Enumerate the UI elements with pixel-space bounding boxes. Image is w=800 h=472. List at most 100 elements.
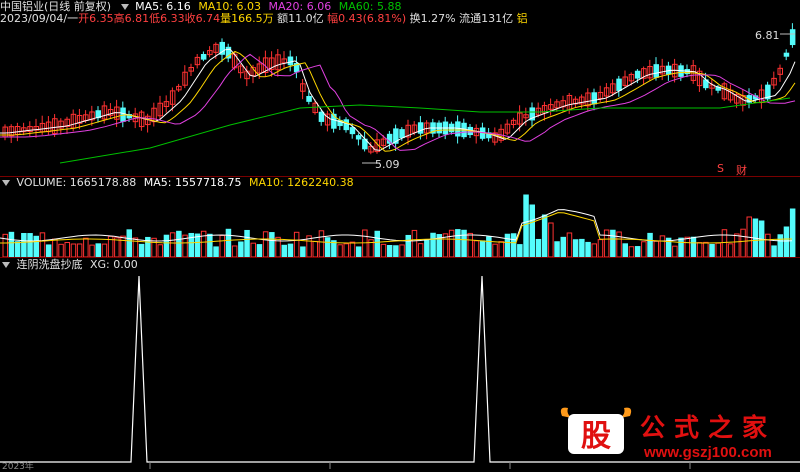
volume-bar: [176, 230, 182, 257]
volume-bar: [647, 232, 653, 257]
volume-bar: [120, 235, 126, 257]
volume-bar: [721, 229, 728, 257]
volume-bar: [448, 229, 455, 257]
candlestick: [783, 52, 790, 57]
volume-bar: [430, 232, 436, 257]
volume-bar: [709, 243, 715, 257]
volume-dropdown-icon[interactable]: [2, 179, 10, 186]
volume-bar: [362, 229, 368, 257]
low-price-label: 5.09: [375, 158, 400, 171]
volume-bar: [157, 244, 163, 257]
candlestick: [616, 78, 622, 91]
volume-bar: [734, 233, 740, 257]
site-watermark: 股 公式之家 www.gszj100.com: [556, 400, 800, 469]
stock-badge-icon: 股: [560, 407, 632, 454]
volume-bar: [641, 241, 647, 257]
volume-bar: [628, 246, 635, 257]
volume-bar: [355, 246, 362, 257]
volume-bar: [27, 233, 33, 257]
volume-bar: [579, 238, 585, 257]
candlestick: [789, 29, 796, 46]
volume-bar: [275, 236, 281, 257]
volume-bar: [225, 228, 232, 257]
volume-bar: [424, 239, 430, 257]
volume-bar: [634, 246, 641, 257]
volume-bar: [703, 241, 709, 257]
volume-bar: [783, 226, 790, 257]
volume-bar: [622, 243, 628, 257]
volume-bar: [386, 245, 393, 257]
year-axis-label: 2023年: [2, 462, 34, 472]
volume-bar: [777, 234, 783, 257]
volume-bar: [417, 243, 424, 257]
candlestick: [306, 96, 312, 102]
volume-bar: [281, 244, 287, 257]
volume-bar: [715, 242, 721, 257]
volume-bar: [727, 243, 734, 257]
indicator-dropdown-icon[interactable]: [2, 261, 10, 268]
candlestick: [591, 92, 597, 105]
volume-bar: [374, 230, 380, 257]
volume-bar: [684, 236, 690, 257]
volume-bar: [39, 232, 46, 257]
volume-bar: [585, 241, 591, 257]
volume-bar: [572, 239, 579, 257]
volume-bar: [76, 243, 83, 257]
candlestick: [355, 135, 362, 140]
volume-bar: [318, 230, 325, 257]
volume-chart[interactable]: [0, 187, 800, 257]
volume-bar: [467, 232, 473, 257]
candlestick-chart[interactable]: [0, 0, 800, 178]
volume-bar: [653, 240, 659, 257]
volume-bar: [219, 235, 225, 257]
volume-bar: [8, 231, 15, 257]
volume-bar: [312, 240, 318, 257]
volume-bar: [256, 244, 263, 257]
volume-bar: [200, 230, 207, 257]
volume-bar: [523, 194, 529, 257]
volume-bar: [138, 243, 145, 257]
volume-bar: [473, 240, 480, 257]
volume-bar: [678, 237, 684, 257]
volume-bar: [293, 231, 300, 257]
volume-bar: [740, 228, 746, 257]
candlestick: [343, 119, 349, 131]
volume-bar: [207, 233, 213, 257]
volume-bar: [287, 243, 294, 257]
volume-bar: [21, 232, 27, 257]
volume-bar: [498, 241, 504, 257]
volume-bar: [529, 204, 535, 257]
volume-bar: [95, 243, 101, 257]
volume-bar: [672, 245, 678, 257]
volume-bar: [486, 236, 492, 257]
volume-bar: [492, 243, 498, 257]
site-name: 公式之家: [640, 413, 777, 442]
volume-bar: [14, 241, 21, 257]
volume-bar: [771, 245, 777, 257]
volume-bar: [690, 236, 697, 257]
volume-bar: [535, 238, 542, 257]
volume-bar: [2, 233, 8, 257]
volume-bar: [343, 243, 349, 257]
volume-bar: [33, 235, 39, 257]
volume-bar: [337, 244, 343, 257]
volume-bar: [455, 229, 461, 257]
badge-glyph: 股: [581, 419, 611, 454]
volume-bar: [52, 238, 58, 257]
volume-bar: [510, 233, 517, 257]
volume-bar: [393, 245, 399, 257]
volume-bar: [213, 246, 219, 257]
volume-bar: [269, 232, 275, 257]
volume-bar: [70, 243, 77, 257]
volume-bar: [169, 232, 176, 257]
volume-bar: [610, 229, 616, 257]
event-marker-s[interactable]: S: [717, 162, 724, 175]
volume-bar: [45, 244, 52, 257]
volume-bar: [405, 234, 411, 257]
candlestick: [653, 64, 659, 78]
volume-bar: [58, 243, 64, 257]
volume-bar: [126, 229, 132, 257]
volume-bar: [194, 233, 201, 257]
volume-bar: [399, 244, 405, 257]
volume-bar: [163, 234, 170, 257]
